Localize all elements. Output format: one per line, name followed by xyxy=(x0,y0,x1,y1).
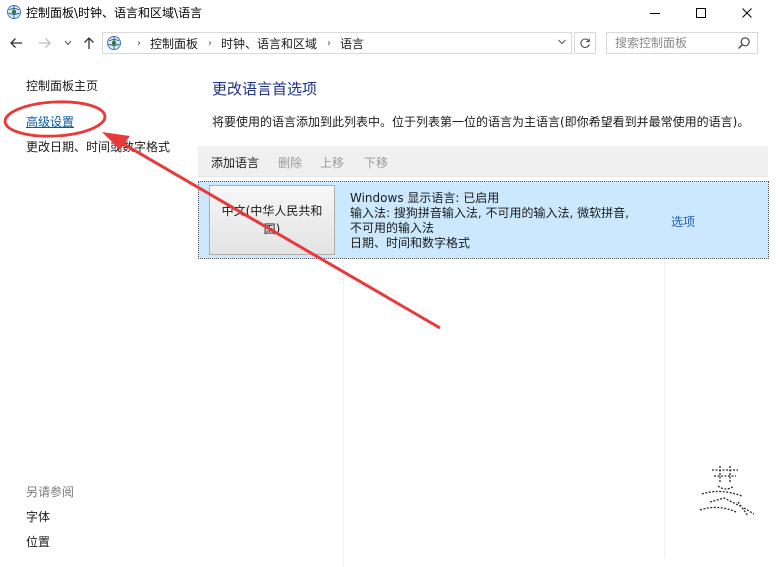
navigation-bar: › 控制面板 › 时钟、语言和区域 › 语言 xyxy=(0,28,778,58)
maximize-icon xyxy=(696,8,706,18)
search-icon[interactable] xyxy=(737,36,751,50)
page-title: 更改语言首选项 xyxy=(212,80,318,98)
move-down-button[interactable]: 下移 xyxy=(364,154,388,171)
breadcrumb-item[interactable]: 控制面板 xyxy=(150,35,198,52)
language-detail-line: Windows 显示语言: 已启用 xyxy=(350,191,500,205)
change-date-time-format-link[interactable]: 更改日期、时间或数字格式 xyxy=(26,138,170,155)
left-pane: 控制面板主页 高级设置 更改日期、时间或数字格式 另请参阅 字体 位置 xyxy=(0,60,198,567)
remove-button[interactable]: 删除 xyxy=(278,154,302,171)
page-description: 将要使用的语言添加到此列表中。位于列表第一位的语言为主语言(即你希望看到并最常使… xyxy=(212,115,750,129)
close-icon xyxy=(742,8,752,18)
window-title: 控制面板\时钟、语言和区域\语言 xyxy=(26,6,203,20)
control-panel-home-link[interactable]: 控制面板主页 xyxy=(26,77,98,94)
arrow-up-icon xyxy=(84,37,94,49)
control-panel-icon xyxy=(107,36,121,50)
breadcrumb: › 控制面板 › 时钟、语言和区域 › 语言 xyxy=(127,33,364,53)
language-detail-line: 输入法: 搜狗拼音输入法, 不可用的输入法, 微软拼音, xyxy=(350,206,629,220)
language-detail-line: 日期、时间和数字格式 xyxy=(350,236,471,250)
forward-button[interactable] xyxy=(36,34,54,52)
arrow-right-icon xyxy=(39,38,51,48)
up-button[interactable] xyxy=(80,34,98,52)
refresh-button[interactable] xyxy=(574,32,596,54)
advanced-settings-link[interactable]: 高级设置 xyxy=(26,113,74,130)
language-options-link[interactable]: 选项 xyxy=(671,213,695,230)
add-language-button[interactable]: 添加语言 xyxy=(211,154,259,171)
language-toolbar: 添加语言 删除 上移 下移 xyxy=(198,146,768,177)
minimize-icon xyxy=(650,13,660,14)
location-link[interactable]: 位置 xyxy=(26,533,50,550)
close-button[interactable] xyxy=(724,0,770,26)
fonts-link[interactable]: 字体 xyxy=(26,508,50,525)
chevron-down-icon xyxy=(64,40,72,46)
language-detail-line: 不可用的输入法 xyxy=(350,221,435,235)
chevron-right-icon: › xyxy=(137,37,141,49)
see-also-heading: 另请参阅 xyxy=(26,485,75,499)
title-bar: 控制面板\时钟、语言和区域\语言 xyxy=(0,0,778,26)
chevron-down-icon[interactable] xyxy=(557,37,567,47)
watermark-image xyxy=(699,466,755,517)
maximize-button[interactable] xyxy=(678,0,724,26)
search-input[interactable] xyxy=(607,33,743,53)
refresh-icon xyxy=(580,38,590,48)
breadcrumb-item[interactable]: 时钟、语言和区域 xyxy=(221,35,317,52)
language-name-button[interactable]: 中文(中华人民共和国) xyxy=(209,185,335,255)
recent-locations-button[interactable] xyxy=(62,34,74,52)
language-list-item[interactable]: 中文(中华人民共和国) Windows 显示语言: 已启用 输入法: 搜狗拼音输… xyxy=(198,181,769,259)
search-box xyxy=(606,32,758,54)
move-up-button[interactable]: 上移 xyxy=(320,154,344,171)
language-details: Windows 显示语言: 已启用 输入法: 搜狗拼音输入法, 不可用的输入法,… xyxy=(350,191,629,251)
breadcrumb-item[interactable]: 语言 xyxy=(340,35,364,52)
column-divider xyxy=(343,259,344,567)
minimize-button[interactable] xyxy=(632,0,678,26)
column-divider xyxy=(664,259,665,559)
chevron-right-icon[interactable]: › xyxy=(208,38,212,49)
back-button[interactable] xyxy=(7,34,25,52)
address-bar[interactable]: › 控制面板 › 时钟、语言和区域 › 语言 xyxy=(102,32,572,54)
arrow-left-icon xyxy=(10,38,22,48)
chevron-right-icon[interactable]: › xyxy=(327,38,331,49)
control-panel-icon xyxy=(7,5,21,19)
